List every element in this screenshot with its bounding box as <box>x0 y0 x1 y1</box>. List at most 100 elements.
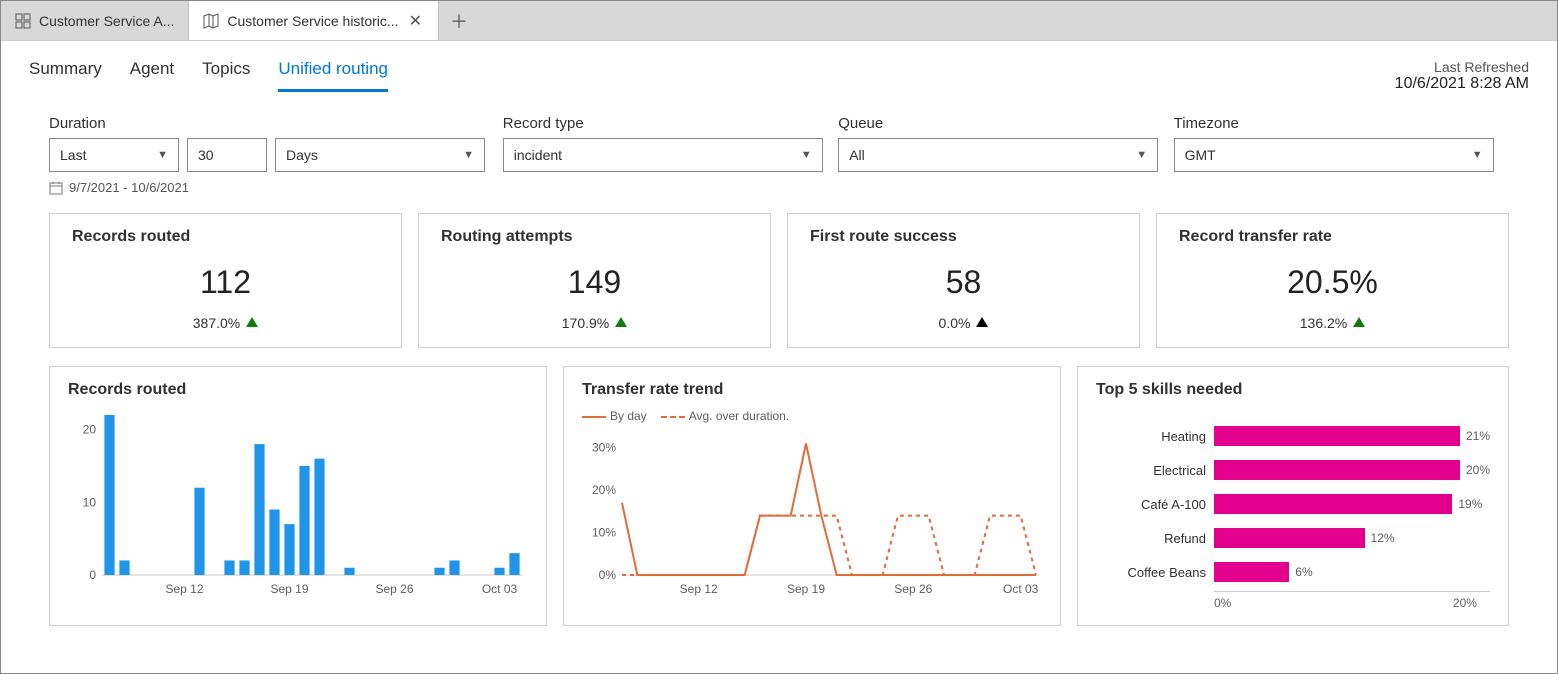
svg-text:10%: 10% <box>592 526 616 540</box>
window-tab-bar: Customer Service A... Customer Service h… <box>1 1 1557 41</box>
trend-up-icon <box>615 317 627 327</box>
chevron-down-icon: ▼ <box>463 149 474 161</box>
last-refreshed: Last Refreshed 10/6/2021 8:28 AM <box>1395 59 1529 93</box>
skill-value: 20% <box>1466 463 1490 477</box>
kpi-card: Routing attempts149170.9% <box>418 213 771 348</box>
chevron-down-icon: ▼ <box>801 149 812 161</box>
svg-text:Oct 03: Oct 03 <box>482 582 518 596</box>
svg-text:Sep 19: Sep 19 <box>270 582 308 596</box>
close-icon[interactable]: ✕ <box>407 11 424 31</box>
kpi-value: 20.5% <box>1179 264 1486 301</box>
kpi-delta: 387.0% <box>72 315 379 331</box>
duration-value-input[interactable]: 30 <box>187 138 267 172</box>
skill-label: Coffee Beans <box>1096 565 1206 580</box>
skill-bar <box>1214 460 1460 480</box>
kpi-title: Records routed <box>72 228 379 246</box>
kpi-delta: 0.0% <box>810 315 1117 331</box>
duration-mode-select[interactable]: Last ▼ <box>49 138 179 172</box>
trend-up-icon <box>1353 317 1365 327</box>
window-tab-active[interactable]: Customer Service historic... ✕ <box>189 1 439 40</box>
skill-value: 19% <box>1458 497 1482 511</box>
kpi-title: Routing attempts <box>441 228 748 246</box>
svg-text:0%: 0% <box>599 568 617 582</box>
skill-bar <box>1214 494 1452 514</box>
recordtype-value: incident <box>514 147 562 163</box>
kpi-title: First route success <box>810 228 1117 246</box>
report-nav-tabs: Summary Agent Topics Unified routing <box>29 59 388 92</box>
last-refreshed-label: Last Refreshed <box>1395 59 1529 75</box>
skill-label: Café A-100 <box>1096 497 1206 512</box>
timezone-value: GMT <box>1185 147 1216 163</box>
chart-top-skills: Top 5 skills needed Heating 21% Electrical… <box>1077 366 1509 626</box>
chevron-down-icon: ▼ <box>1472 149 1483 161</box>
chart-records-routed: Records routed 0 10 20 Sep 12 Sep 19 Sep 26 Oc… <box>49 366 547 626</box>
skill-bar <box>1214 562 1289 582</box>
timezone-select[interactable]: GMT ▼ <box>1174 138 1494 172</box>
svg-text:Sep 12: Sep 12 <box>165 582 203 596</box>
svg-text:20%: 20% <box>592 483 616 497</box>
skill-row: Refund 12% <box>1096 523 1490 553</box>
chart-title: Transfer rate trend <box>582 381 1042 399</box>
tab-summary[interactable]: Summary <box>29 59 102 92</box>
horizontal-bar-chart: Heating 21% Electrical 20% Café A-100 19% Refu… <box>1096 409 1490 611</box>
svg-text:Oct 03: Oct 03 <box>1003 582 1039 596</box>
filter-duration-label: Duration <box>49 115 503 132</box>
skill-row: Heating 21% <box>1096 421 1490 451</box>
duration-unit-select[interactable]: Days ▼ <box>275 138 485 172</box>
skill-value: 21% <box>1466 429 1490 443</box>
tab-topics[interactable]: Topics <box>202 59 250 92</box>
skill-value: 12% <box>1371 531 1395 545</box>
trend-up-icon <box>976 317 988 327</box>
skill-value: 6% <box>1295 565 1312 579</box>
chart-legend: By day Avg. over duration. <box>582 409 1042 423</box>
tab-unified-routing[interactable]: Unified routing <box>278 59 388 92</box>
queue-select[interactable]: All ▼ <box>838 138 1158 172</box>
duration-unit-value: Days <box>286 147 318 163</box>
svg-text:Sep 26: Sep 26 <box>894 582 932 596</box>
svg-text:20: 20 <box>83 423 97 437</box>
duration-mode-value: Last <box>60 147 86 163</box>
add-tab-button[interactable]: ＋ <box>439 1 479 40</box>
tab-label: Customer Service historic... <box>227 13 398 29</box>
skill-axis: 0%20% <box>1214 591 1490 611</box>
kpi-delta: 136.2% <box>1179 315 1486 331</box>
skill-label: Heating <box>1096 429 1206 444</box>
window-tab[interactable]: Customer Service A... <box>1 1 189 40</box>
line-chart-svg: 0% 10% 20% 30% Sep 12 Sep 19 Sep 26 Oct 03 <box>582 429 1042 599</box>
svg-text:0: 0 <box>89 568 96 582</box>
skill-bar <box>1214 528 1365 548</box>
chart-title: Records routed <box>68 381 528 399</box>
kpi-card-row: Records routed 112 387.0% Routing attempts 1… <box>1 195 1557 348</box>
skill-row: Coffee Beans 6% <box>1096 557 1490 587</box>
kpi-value: 58 <box>810 264 1117 301</box>
skill-bar <box>1214 426 1460 446</box>
queue-value: All <box>849 147 865 163</box>
svg-text:10: 10 <box>83 495 97 509</box>
filter-timezone-label: Timezone <box>1174 115 1509 132</box>
svg-text:30%: 30% <box>592 441 616 455</box>
legend-by-day: By day <box>610 409 647 423</box>
filter-queue-label: Queue <box>838 115 1173 132</box>
bar-chart-svg: 0 10 20 Sep 12 Sep 19 Sep 26 Oct 03 <box>68 409 528 599</box>
svg-text:Sep 12: Sep 12 <box>680 582 718 596</box>
skill-label: Refund <box>1096 531 1206 546</box>
kpi-value: 149 <box>441 264 748 301</box>
date-range-text: 9/7/2021 - 10/6/2021 <box>69 180 189 195</box>
tab-agent[interactable]: Agent <box>130 59 174 92</box>
skill-label: Electrical <box>1096 463 1206 478</box>
chart-title: Top 5 skills needed <box>1096 381 1490 399</box>
duration-value: 30 <box>198 147 214 163</box>
recordtype-select[interactable]: incident ▼ <box>503 138 823 172</box>
kpi-card: Records routed 112 387.0% <box>49 213 402 348</box>
chevron-down-icon: ▼ <box>1136 149 1147 161</box>
trend-up-icon <box>246 317 258 327</box>
svg-text:Sep 19: Sep 19 <box>787 582 825 596</box>
svg-text:Sep 26: Sep 26 <box>375 582 413 596</box>
skill-row: Electrical 20% <box>1096 455 1490 485</box>
kpi-value: 112 <box>72 264 379 301</box>
calendar-icon <box>49 181 63 195</box>
tab-label: Customer Service A... <box>39 13 174 29</box>
kpi-card: Record transfer rate20.5%136.2% <box>1156 213 1509 348</box>
legend-avg: Avg. over duration. <box>689 409 790 423</box>
kpi-card: First route success 58 0.0% <box>787 213 1140 348</box>
